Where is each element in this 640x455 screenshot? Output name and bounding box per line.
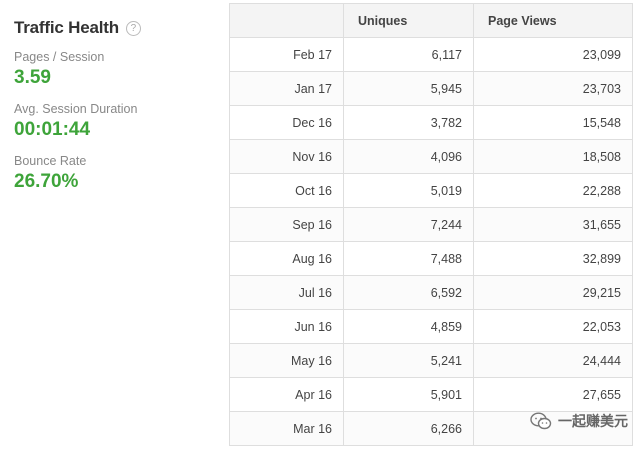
help-icon[interactable]: ? <box>125 20 141 36</box>
table-body: Feb 17 6,117 23,099 Jan 17 5,945 23,703 Dec 16… <box>229 37 633 446</box>
cell-uniques: 7,488 <box>343 241 474 276</box>
traffic-health-panel: Traffic Health ? Pages / Session 3.59 Av… <box>14 18 214 194</box>
table-row: Feb 17 6,117 23,099 <box>229 37 633 72</box>
table-row: Jan 17 5,945 23,703 <box>229 71 633 106</box>
cell-page-views: 29,215 <box>473 275 633 310</box>
header-month <box>229 3 344 38</box>
cell-page-views: 32,899 <box>473 241 633 276</box>
cell-page-views: 24,444 <box>473 343 633 378</box>
cell-page-views: 22,053 <box>473 309 633 344</box>
cell-page-views: 15,548 <box>473 105 633 140</box>
metric-label: Bounce Rate <box>14 154 87 168</box>
cell-page-views: 23,703 <box>473 71 633 106</box>
metric-label: Avg. Session Duration <box>14 102 138 116</box>
table-row: Aug 16 7,488 32,899 <box>229 241 633 276</box>
cell-page-views: 23,099 <box>473 37 633 72</box>
watermark: 一起赚美元 <box>530 411 628 431</box>
cell-month: Mar 16 <box>229 411 344 446</box>
wechat-logo-icon <box>530 412 552 430</box>
cell-page-views: 18,508 <box>473 139 633 174</box>
table-row: May 16 5,241 24,444 <box>229 343 633 378</box>
cell-month: Feb 17 <box>229 37 344 72</box>
metric-value: 26.70% <box>14 171 79 192</box>
table-row: Jun 16 4,859 22,053 <box>229 309 633 344</box>
watermark-text: 一起赚美元 <box>558 413 628 429</box>
cell-month: Jul 16 <box>229 275 344 310</box>
table-header-row: Uniques Page Views <box>229 3 633 38</box>
cell-uniques: 7,244 <box>343 207 474 242</box>
cell-page-views: 27,655 <box>473 377 633 412</box>
traffic-table: Uniques Page Views Feb 17 6,117 23,099 Jan … <box>229 3 633 446</box>
table-row: Jul 16 6,592 29,215 <box>229 275 633 310</box>
metric-value: 00:01:44 <box>14 119 91 140</box>
cell-uniques: 5,019 <box>343 173 474 208</box>
cell-page-views: 31,655 <box>473 207 633 242</box>
cell-uniques: 6,117 <box>343 37 474 72</box>
cell-uniques: 6,266 <box>343 411 474 446</box>
metric-avg-session-duration: Avg. Session Duration 00:01:44 <box>14 102 214 142</box>
table-row: Apr 16 5,901 27,655 <box>229 377 633 412</box>
cell-uniques: 4,096 <box>343 139 474 174</box>
cell-month: Nov 16 <box>229 139 344 174</box>
cell-uniques: 3,782 <box>343 105 474 140</box>
panel-header: Traffic Health ? <box>14 18 214 38</box>
cell-month: Aug 16 <box>229 241 344 276</box>
cell-uniques: 6,592 <box>343 275 474 310</box>
cell-month: Jan 17 <box>229 71 344 106</box>
cell-uniques: 5,901 <box>343 377 474 412</box>
metric-bounce-rate: Bounce Rate 26.70% <box>14 154 214 194</box>
table-row: Oct 16 5,019 22,288 <box>229 173 633 208</box>
cell-month: Dec 16 <box>229 105 344 140</box>
table-row: Nov 16 4,096 18,508 <box>229 139 633 174</box>
cell-month: May 16 <box>229 343 344 378</box>
cell-page-views: 22,288 <box>473 173 633 208</box>
header-page-views[interactable]: Page Views <box>473 3 633 38</box>
metric-value: 3.59 <box>14 67 51 88</box>
table-row: Dec 16 3,782 15,548 <box>229 105 633 140</box>
metric-label: Pages / Session <box>14 50 105 64</box>
metric-pages-per-session: Pages / Session 3.59 <box>14 50 214 90</box>
panel-title: Traffic Health <box>14 18 119 37</box>
cell-month: Oct 16 <box>229 173 344 208</box>
header-uniques[interactable]: Uniques <box>343 3 474 38</box>
cell-month: Apr 16 <box>229 377 344 412</box>
cell-uniques: 5,945 <box>343 71 474 106</box>
traffic-table-container: Uniques Page Views Feb 17 6,117 23,099 Jan … <box>229 3 633 446</box>
table-row: Sep 16 7,244 31,655 <box>229 207 633 242</box>
cell-uniques: 5,241 <box>343 343 474 378</box>
cell-month: Jun 16 <box>229 309 344 344</box>
cell-month: Sep 16 <box>229 207 344 242</box>
cell-uniques: 4,859 <box>343 309 474 344</box>
traffic-health-page: Traffic Health ? Pages / Session 3.59 Av… <box>0 0 640 455</box>
